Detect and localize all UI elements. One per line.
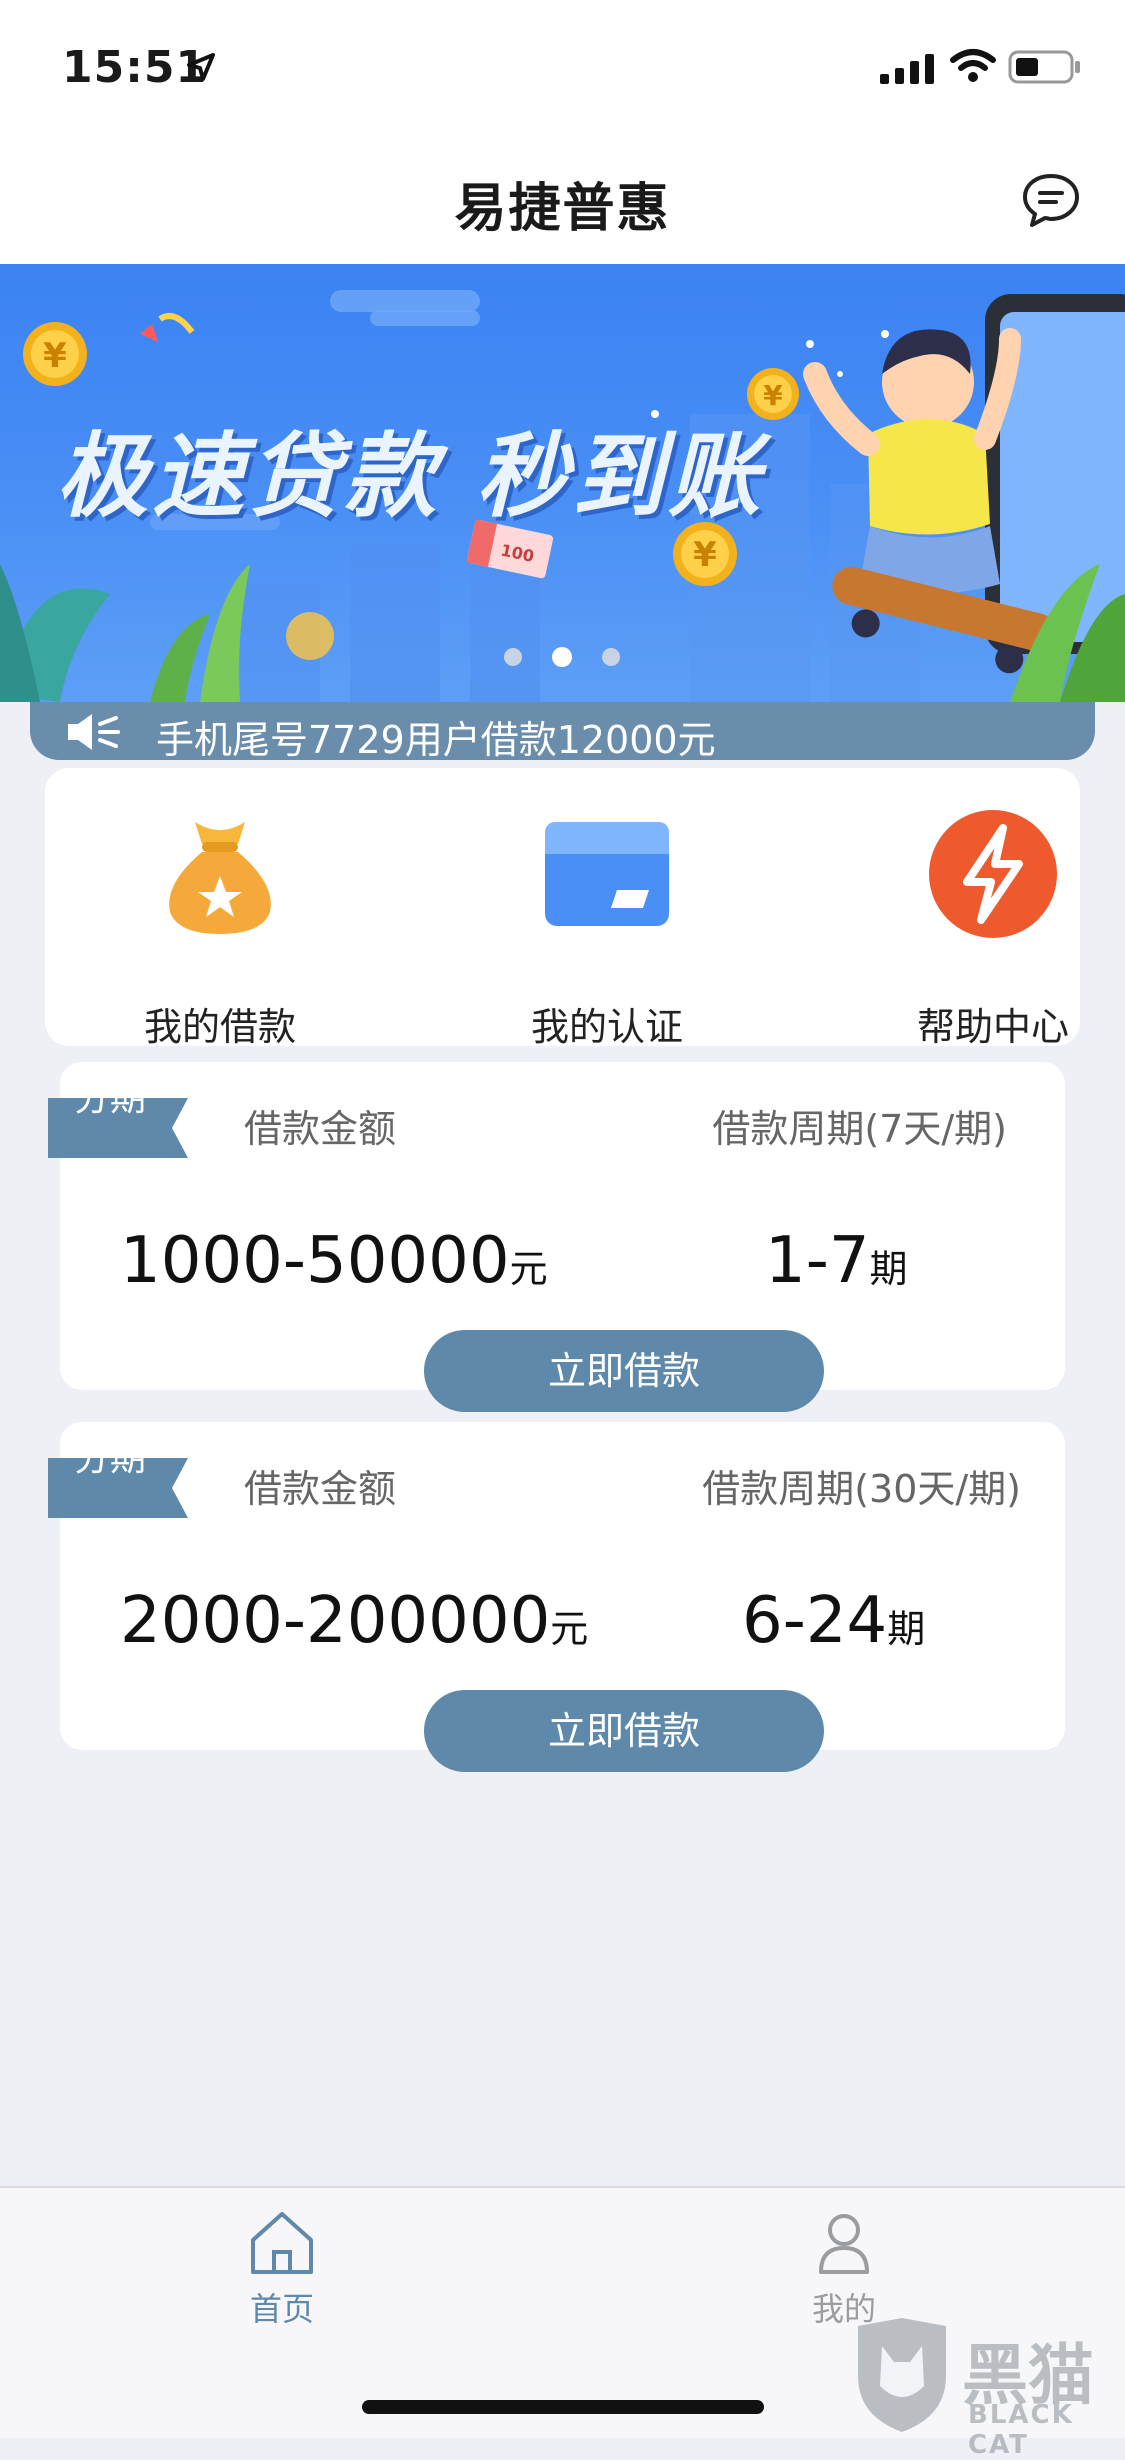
tab-home-label: 首页 (249, 2290, 314, 2328)
message-icon[interactable] (1020, 170, 1082, 230)
amount-label: 借款金额 (244, 1107, 397, 1151)
speaker-icon (68, 714, 120, 750)
banner-slogan: 极速贷款 秒到账 (56, 423, 765, 530)
amount-label: 借款金额 (244, 1467, 397, 1511)
card-icon (545, 822, 669, 926)
menu-my-verification[interactable]: 我的认证 (477, 804, 737, 1049)
period-label: 借款周期(30天/期) (702, 1467, 1021, 1511)
menu-label: 我的认证 (530, 1005, 683, 1049)
loan-product-card[interactable]: 分期 借款金额 借款周期(30天/期) 2000-200000元 6-24期 立… (48, 1422, 1065, 1772)
cat-logo-icon (858, 2318, 946, 2432)
tag-label: 分期 (74, 1438, 147, 1479)
loan-product-card[interactable]: 分期 借款金额 借款周期(7天/期) 1000-50000元 1-7期 立即借款 (48, 1062, 1065, 1412)
battery-icon (1008, 50, 1080, 84)
menu-label: 帮助中心 (916, 1005, 1069, 1049)
watermark: 黑猫 BLACK CAT (852, 2316, 1122, 2460)
announcement-ticker[interactable]: 手机尾号7729用户借款12000元 (30, 702, 1095, 762)
home-indicator (362, 2400, 764, 2414)
coin-icon: ¥ (23, 322, 87, 386)
promo-banner[interactable]: ¥ ¥ ¥ 100 极速贷款 秒到账 (0, 264, 1125, 702)
home-icon (251, 2212, 313, 2274)
period-value: 6-24期 (742, 1584, 926, 1658)
quick-menu: 我的借款 我的认证 帮助中心 (45, 768, 1080, 1049)
tab-home[interactable]: 首页 (202, 2208, 362, 2330)
period-value: 1-7期 (765, 1224, 908, 1298)
svg-text:¥: ¥ (763, 379, 783, 412)
menu-label: 我的借款 (143, 1005, 296, 1049)
lightning-icon (929, 810, 1057, 938)
amount-value: 2000-200000元 (120, 1584, 589, 1658)
menu-help-center[interactable]: 帮助中心 (863, 804, 1123, 1049)
borrow-now-button[interactable]: 立即借款 (424, 1330, 824, 1412)
status-bar: 15:51 (0, 0, 1125, 132)
location-arrow-icon (187, 53, 215, 81)
borrow-now-button[interactable]: 立即借款 (424, 1690, 824, 1772)
tag-label: 分期 (74, 1078, 147, 1119)
tab-mine[interactable]: 我的 (764, 2208, 924, 2330)
amount-value: 1000-50000元 (120, 1224, 548, 1298)
svg-text:¥: ¥ (43, 336, 67, 376)
user-icon (819, 2214, 869, 2274)
svg-text:¥: ¥ (693, 535, 717, 575)
period-label: 借款周期(7天/期) (712, 1107, 1007, 1151)
money-bag-icon (169, 822, 271, 934)
menu-my-loans[interactable]: 我的借款 (90, 804, 350, 1049)
page-title: 易捷普惠 (454, 179, 671, 239)
nav-bar: 易捷普惠 (0, 132, 1125, 264)
cellular-signal-icon (880, 54, 934, 84)
wifi-icon (950, 49, 996, 82)
watermark-brand-en: BLACK CAT (968, 2400, 1074, 2460)
ticker-text: 手机尾号7729用户借款12000元 (156, 718, 716, 762)
